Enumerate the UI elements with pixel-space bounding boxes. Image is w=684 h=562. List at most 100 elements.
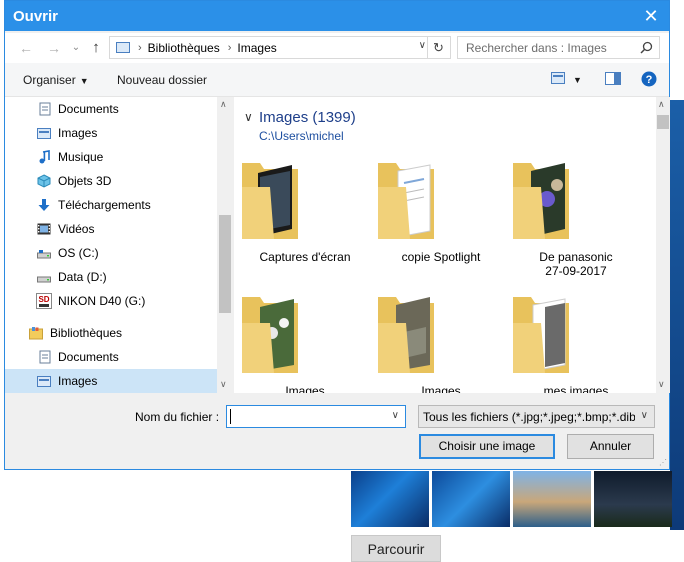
file-list-pane: ∨ Images (1399) C:\Users\michel Captures… — [234, 97, 656, 393]
folder-item-spotlight[interactable]: copie Spotlight — [376, 159, 506, 264]
dialog-title: Ouvrir — [13, 7, 59, 25]
drive-icon — [37, 250, 51, 259]
sidebar-item-objects3d[interactable]: Objets 3D — [5, 169, 217, 193]
folder-label: mes images — [543, 384, 609, 393]
preview-pane-icon[interactable] — [605, 72, 621, 85]
sdcard-icon: SD — [36, 293, 52, 309]
sidebar-item-label: OS (C:) — [58, 246, 99, 260]
folder-label: Captures d'écran — [259, 250, 351, 264]
organize-button[interactable]: Organiser ▼ — [23, 73, 89, 87]
sidebar-item-os-c[interactable]: OS (C:) — [5, 241, 217, 265]
folder-label: Images — [421, 384, 461, 393]
download-icon — [38, 199, 50, 211]
sidebar-item-documents[interactable]: Documents — [5, 97, 217, 121]
navigation-pane-scrollbar[interactable]: ∧ ∨ — [217, 97, 234, 393]
filename-label: Nom du fichier : — [135, 410, 220, 424]
sidebar-item-label: Bibliothèques — [50, 326, 123, 340]
filename-input[interactable]: ∨ — [226, 405, 406, 428]
file-type-filter[interactable]: Tous les fichiers (*.jpg;*.jpeg;*.bmp;*.… — [418, 405, 655, 428]
videos-icon — [37, 223, 51, 235]
cancel-button[interactable]: Annuler — [567, 434, 654, 459]
sidebar-item-lib-documents[interactable]: Documents — [5, 345, 217, 369]
sidebar-item-images[interactable]: Images — [5, 121, 217, 145]
breadcrumb-separator: › — [138, 41, 142, 54]
folder-item-images-2[interactable]: Images — [376, 293, 506, 393]
folder-icon — [242, 163, 298, 239]
folder-label: Images — [285, 384, 325, 393]
chevron-down-icon[interactable]: ∨ — [392, 410, 399, 421]
chevron-down-icon[interactable]: ∨ — [641, 410, 648, 421]
command-toolbar: Organiser ▼ Nouveau dossier ▼ ? — [5, 63, 669, 97]
sidebar-item-libraries[interactable]: Bibliothèques — [5, 321, 217, 345]
svg-text:?: ? — [646, 74, 653, 86]
sidebar-item-label: Data (D:) — [58, 270, 107, 284]
sidebar-item-label: Documents — [58, 350, 119, 364]
breadcrumb-images[interactable]: Images — [237, 41, 276, 55]
new-folder-button[interactable]: Nouveau dossier — [117, 73, 207, 87]
sidebar-item-data-d[interactable]: Data (D:) — [5, 265, 217, 289]
sidebar-item-label: Vidéos — [58, 222, 95, 236]
help-icon[interactable]: ? — [641, 71, 657, 87]
sidebar-item-videos[interactable]: Vidéos — [5, 217, 217, 241]
sidebar-item-music[interactable]: Musique — [5, 145, 217, 169]
folder-icon — [513, 163, 569, 239]
resize-grip-icon[interactable]: ⋰ — [659, 458, 667, 467]
folder-item-mes-images[interactable]: mes images — [511, 293, 641, 393]
view-icon[interactable] — [551, 72, 565, 84]
group-title[interactable]: Images (1399) — [259, 109, 356, 126]
folder-icon — [378, 163, 434, 239]
recent-locations-icon[interactable]: ⌄ — [67, 39, 85, 57]
sidebar-item-lib-images[interactable]: Images — [5, 369, 217, 393]
folder-item-panasonic[interactable]: De panasonic 27-09-2017 — [511, 159, 641, 278]
scrollbar-thumb[interactable] — [219, 215, 231, 313]
text-cursor — [230, 409, 231, 424]
background-thumbnail[interactable] — [432, 471, 510, 527]
drive-icon — [37, 276, 51, 283]
sidebar-item-label: Téléchargements — [58, 198, 151, 212]
open-file-dialog: Ouvrir ✕ ← → ⌄ ↑ › Bibliothèques › Image… — [4, 0, 670, 470]
folder-icon — [242, 297, 298, 373]
folder-label: De panasonic 27-09-2017 — [539, 250, 613, 278]
sidebar-item-nikon-g[interactable]: SD NIKON D40 (G:) — [5, 289, 217, 313]
scroll-up-arrow-icon[interactable]: ∧ — [658, 99, 665, 110]
folder-item-images-1[interactable]: Images — [240, 293, 370, 393]
refresh-icon[interactable]: ↻ — [427, 37, 449, 58]
scroll-up-arrow-icon[interactable]: ∧ — [220, 99, 227, 110]
browse-button[interactable]: Parcourir — [351, 535, 441, 562]
scrollbar-thumb[interactable] — [657, 115, 669, 129]
folder-label: copie Spotlight — [401, 250, 481, 264]
pictures-icon — [37, 376, 51, 387]
breadcrumb-separator: › — [227, 41, 232, 54]
address-bar[interactable]: › Bibliothèques › Images ∨ ↻ — [109, 36, 451, 59]
up-arrow-icon[interactable]: ↑ — [87, 39, 105, 57]
forward-arrow-icon[interactable]: → — [45, 39, 63, 57]
back-arrow-icon[interactable]: ← — [17, 39, 35, 57]
view-options-chevron-icon[interactable]: ▼ — [573, 75, 582, 85]
close-icon[interactable]: ✕ — [641, 6, 661, 26]
navigation-pane: Documents Images Musique Objets 3D Téléc… — [5, 97, 217, 393]
scroll-down-arrow-icon[interactable]: ∨ — [658, 379, 665, 390]
background-thumbnail[interactable] — [513, 471, 591, 527]
breadcrumb-libraries[interactable]: Bibliothèques — [148, 41, 220, 55]
navigation-bar: ← → ⌄ ↑ › Bibliothèques › Images ∨ ↻ Rec… — [5, 33, 669, 63]
background-thumbnails — [351, 471, 672, 527]
sidebar-item-downloads[interactable]: Téléchargements — [5, 193, 217, 217]
collapse-group-chevron-icon[interactable]: ∨ — [244, 110, 253, 124]
organize-label: Organiser — [23, 73, 76, 87]
file-list-scrollbar[interactable]: ∧ ∨ — [656, 97, 670, 393]
file-name-panel: Nom du fichier : ∨ Tous les fichiers (*.… — [5, 393, 669, 469]
pictures-icon — [37, 128, 51, 139]
file-type-filter-value: Tous les fichiers (*.jpg;*.jpeg;*.bmp;*.… — [423, 410, 635, 424]
search-input[interactable]: Rechercher dans : Images — [457, 36, 660, 59]
chevron-down-icon[interactable]: ∨ — [419, 40, 426, 51]
background-thumbnail[interactable] — [594, 471, 672, 527]
open-button[interactable]: Choisir une image — [419, 434, 555, 459]
chevron-down-icon: ▼ — [79, 76, 89, 86]
scroll-down-arrow-icon[interactable]: ∨ — [220, 379, 227, 390]
documents-icon — [39, 102, 51, 116]
background-thumbnail[interactable] — [351, 471, 429, 527]
sidebar-item-label: Musique — [58, 150, 104, 164]
folder-item-captures[interactable]: Captures d'écran — [240, 159, 370, 264]
search-icon[interactable] — [640, 41, 653, 54]
sidebar-item-label: Documents — [58, 102, 119, 116]
